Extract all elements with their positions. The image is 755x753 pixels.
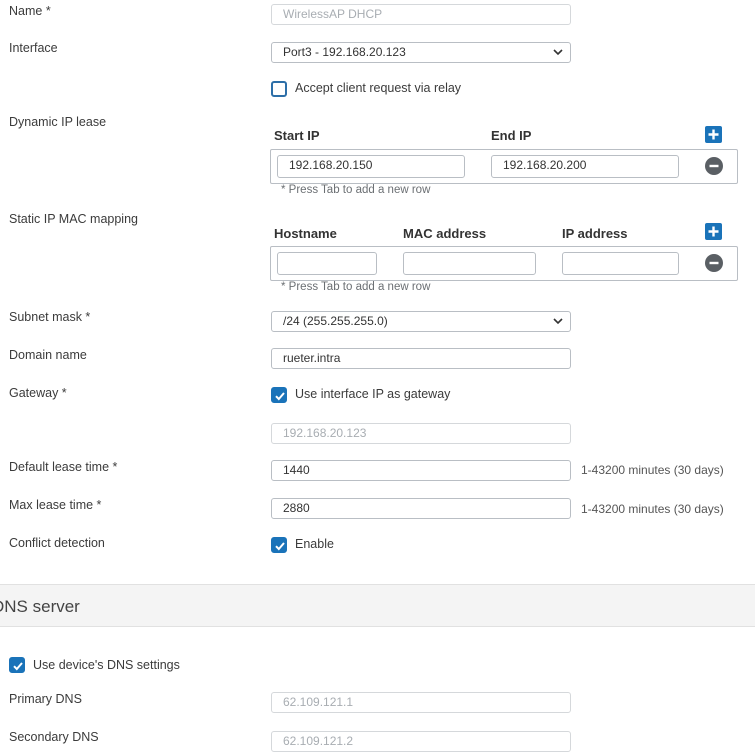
static-mapping-label: Static IP MAC mapping xyxy=(9,212,138,226)
gateway-label: Gateway * xyxy=(9,386,67,400)
start-ip-field[interactable]: 192.168.20.150 xyxy=(277,155,465,178)
remove-static-row-button[interactable] xyxy=(705,254,723,272)
gateway-ip-field[interactable]: 192.168.20.123 xyxy=(271,423,571,444)
plus-icon xyxy=(708,129,719,140)
mac-address-field[interactable] xyxy=(403,252,536,275)
use-device-dns-checkbox[interactable] xyxy=(9,657,25,673)
relay-checkbox-label: Accept client request via relay xyxy=(295,81,462,95)
relay-checkbox[interactable] xyxy=(271,81,287,97)
add-static-row-button[interactable] xyxy=(705,223,722,240)
conflict-detection-checkbox-label: Enable xyxy=(295,537,334,551)
max-lease-label: Max lease time * xyxy=(9,498,102,512)
conflict-detection-label: Conflict detection xyxy=(9,536,105,550)
default-lease-note: 1-43200 minutes (30 days) xyxy=(581,463,724,477)
hostname-header: Hostname xyxy=(274,226,337,241)
max-lease-note: 1-43200 minutes (30 days) xyxy=(581,502,724,516)
start-ip-header: Start IP xyxy=(274,128,320,143)
primary-dns-field[interactable]: 62.109.121.1 xyxy=(271,692,571,713)
secondary-dns-field[interactable]: 62.109.121.2 xyxy=(271,731,571,752)
plus-icon xyxy=(708,226,719,237)
mac-address-header: MAC address xyxy=(403,226,487,241)
checkmark-icon xyxy=(13,662,23,671)
dynamic-lease-hint: * Press Tab to add a new row xyxy=(281,184,431,196)
domain-name-field[interactable]: rueter.intra xyxy=(271,348,571,369)
subnet-mask-select[interactable]: /24 (255.255.255.0) xyxy=(271,311,571,332)
subnet-mask-label: Subnet mask * xyxy=(9,310,91,324)
dynamic-ip-lease-label: Dynamic IP lease xyxy=(9,115,107,129)
interface-label: Interface xyxy=(9,41,58,55)
minus-icon xyxy=(709,261,719,265)
name-field[interactable]: WirelessAP DHCP xyxy=(271,4,571,25)
static-mapping-hint: * Press Tab to add a new row xyxy=(281,281,431,293)
end-ip-field[interactable]: 192.168.20.200 xyxy=(491,155,679,178)
dns-section-header: DNS server xyxy=(0,584,755,627)
interface-select-value: Port3 - 192.168.20.123 xyxy=(283,45,406,59)
add-dynamic-row-button[interactable] xyxy=(705,126,722,143)
remove-dynamic-row-button[interactable] xyxy=(705,157,723,175)
gateway-checkbox-label: Use interface IP as gateway xyxy=(295,387,451,401)
name-label: Name * xyxy=(9,4,51,18)
hostname-field[interactable] xyxy=(277,252,377,275)
interface-select[interactable]: Port3 - 192.168.20.123 xyxy=(271,42,571,63)
end-ip-header: End IP xyxy=(491,128,532,143)
default-lease-label: Default lease time * xyxy=(9,460,118,474)
minus-icon xyxy=(709,164,719,168)
secondary-dns-label: Secondary DNS xyxy=(9,730,99,744)
primary-dns-label: Primary DNS xyxy=(9,692,82,706)
dns-section-title: DNS server xyxy=(0,597,80,616)
gateway-checkbox[interactable] xyxy=(271,387,287,403)
conflict-detection-checkbox[interactable] xyxy=(271,537,287,553)
subnet-mask-value: /24 (255.255.255.0) xyxy=(283,314,388,328)
chevron-down-icon xyxy=(553,49,563,56)
checkmark-icon xyxy=(275,542,285,551)
checkmark-icon xyxy=(275,392,285,401)
default-lease-field[interactable]: 1440 xyxy=(271,460,571,481)
domain-name-label: Domain name xyxy=(9,348,87,362)
chevron-down-icon xyxy=(553,318,563,325)
ip-address-field[interactable] xyxy=(562,252,679,275)
use-device-dns-label: Use device's DNS settings xyxy=(33,658,180,672)
max-lease-field[interactable]: 2880 xyxy=(271,498,571,519)
ip-address-header: IP address xyxy=(562,226,628,241)
